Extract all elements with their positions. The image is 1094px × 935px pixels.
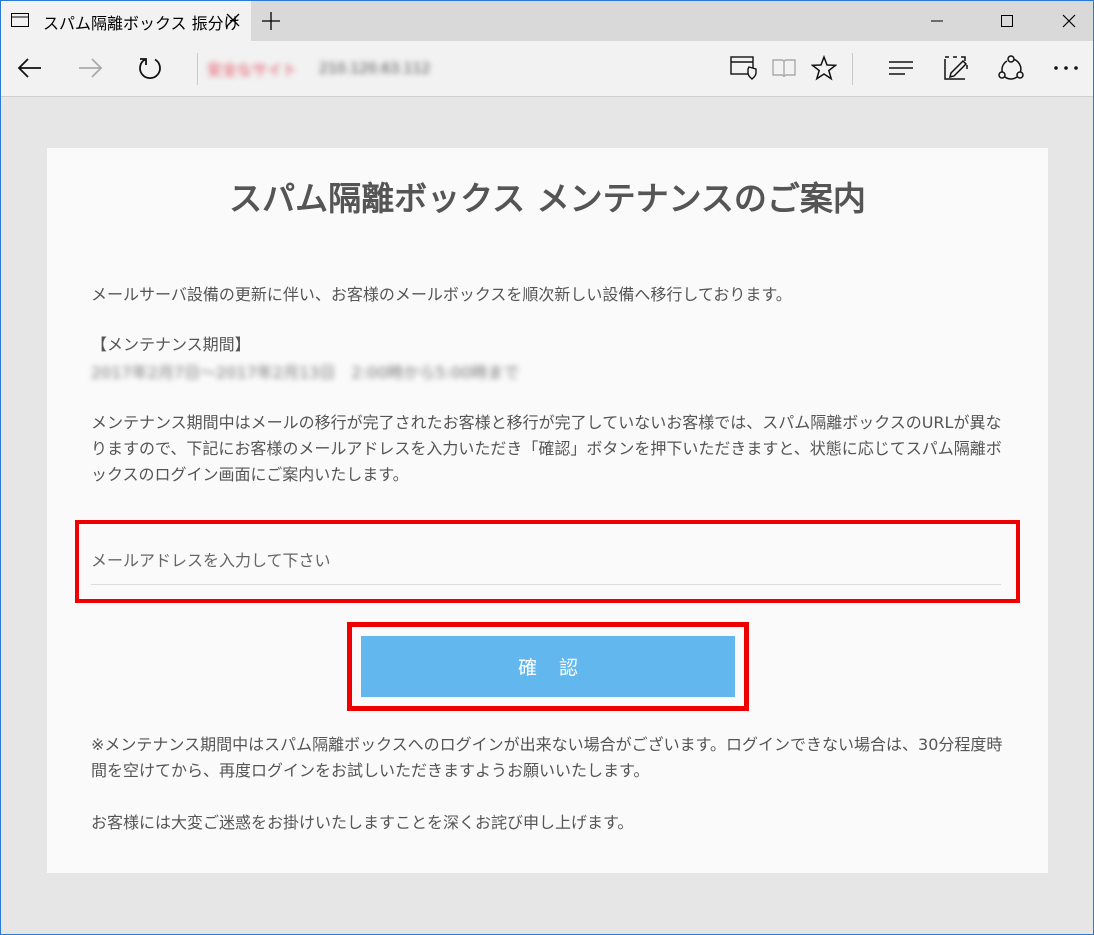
navigation-bar: 安全なサイト 210.120.63.112 [1, 41, 1093, 97]
login-note-text: ※メンテナンス期間中はスパム隔離ボックスへのログインが出来ない場合がございます。… [91, 735, 1003, 780]
refresh-icon[interactable] [135, 53, 165, 83]
divider [852, 53, 853, 85]
page-icon [11, 13, 29, 27]
email-input[interactable] [91, 536, 1001, 585]
maximize-button[interactable] [983, 1, 1031, 41]
page-title: スパム隔離ボックス メンテナンスのご案内 [229, 179, 866, 218]
more-options-icon[interactable] [1051, 53, 1081, 83]
apology-text: お客様には大変ご迷惑をお掛けいたしますことを深くお詫び申し上げます。 [91, 813, 634, 832]
tab-title: スパム隔離ボックス 振分け [43, 14, 240, 33]
share-icon[interactable] [996, 53, 1026, 83]
notice-text: メンテナンス期間中はメールの移行が完了されたお客様と移行が完了していないお客様で… [91, 413, 1002, 484]
confirm-button[interactable]: 確認 [361, 636, 735, 697]
reading-view-icon[interactable] [769, 53, 799, 83]
confirm-highlight-box: 確認 [347, 622, 749, 711]
tracking-shield-icon[interactable] [729, 53, 759, 83]
favorite-star-icon[interactable] [809, 53, 839, 83]
close-tab-icon[interactable] [223, 10, 243, 30]
intro-text: メールサーバ設備の更新に伴い、お客様のメールボックスを順次新しい設備へ移行してお… [91, 285, 792, 304]
close-window-button[interactable] [1045, 1, 1093, 41]
back-arrow-icon[interactable] [15, 53, 45, 83]
forward-arrow-icon[interactable] [75, 53, 105, 83]
minimize-button[interactable] [913, 1, 961, 41]
title-bar: スパム隔離ボックス 振分け [1, 1, 1093, 41]
divider [197, 53, 198, 85]
browser-tab[interactable]: スパム隔離ボックス 振分け [1, 1, 251, 41]
new-tab-icon[interactable] [259, 9, 283, 33]
address-url: 210.120.63.112 [319, 61, 431, 77]
site-security-label: 安全なサイト [207, 60, 298, 79]
email-highlight-box [75, 520, 1020, 603]
maintenance-page: スパム隔離ボックス メンテナンスのご案内 メールサーバ設備の更新に伴い、お客様の… [47, 148, 1048, 873]
period-label: 【メンテナンス期間】 [91, 335, 251, 354]
web-note-icon[interactable] [941, 53, 971, 83]
address-bar[interactable]: 安全なサイト 210.120.63.112 [207, 59, 430, 79]
browser-window: スパム隔離ボックス 振分け 安全なサイト 210.120.63.112 スパム隔… [0, 0, 1094, 935]
hub-menu-icon[interactable] [886, 53, 916, 83]
period-value: 2017年2月7日～2017年2月13日 2:00時から5:00時まで [91, 363, 520, 382]
